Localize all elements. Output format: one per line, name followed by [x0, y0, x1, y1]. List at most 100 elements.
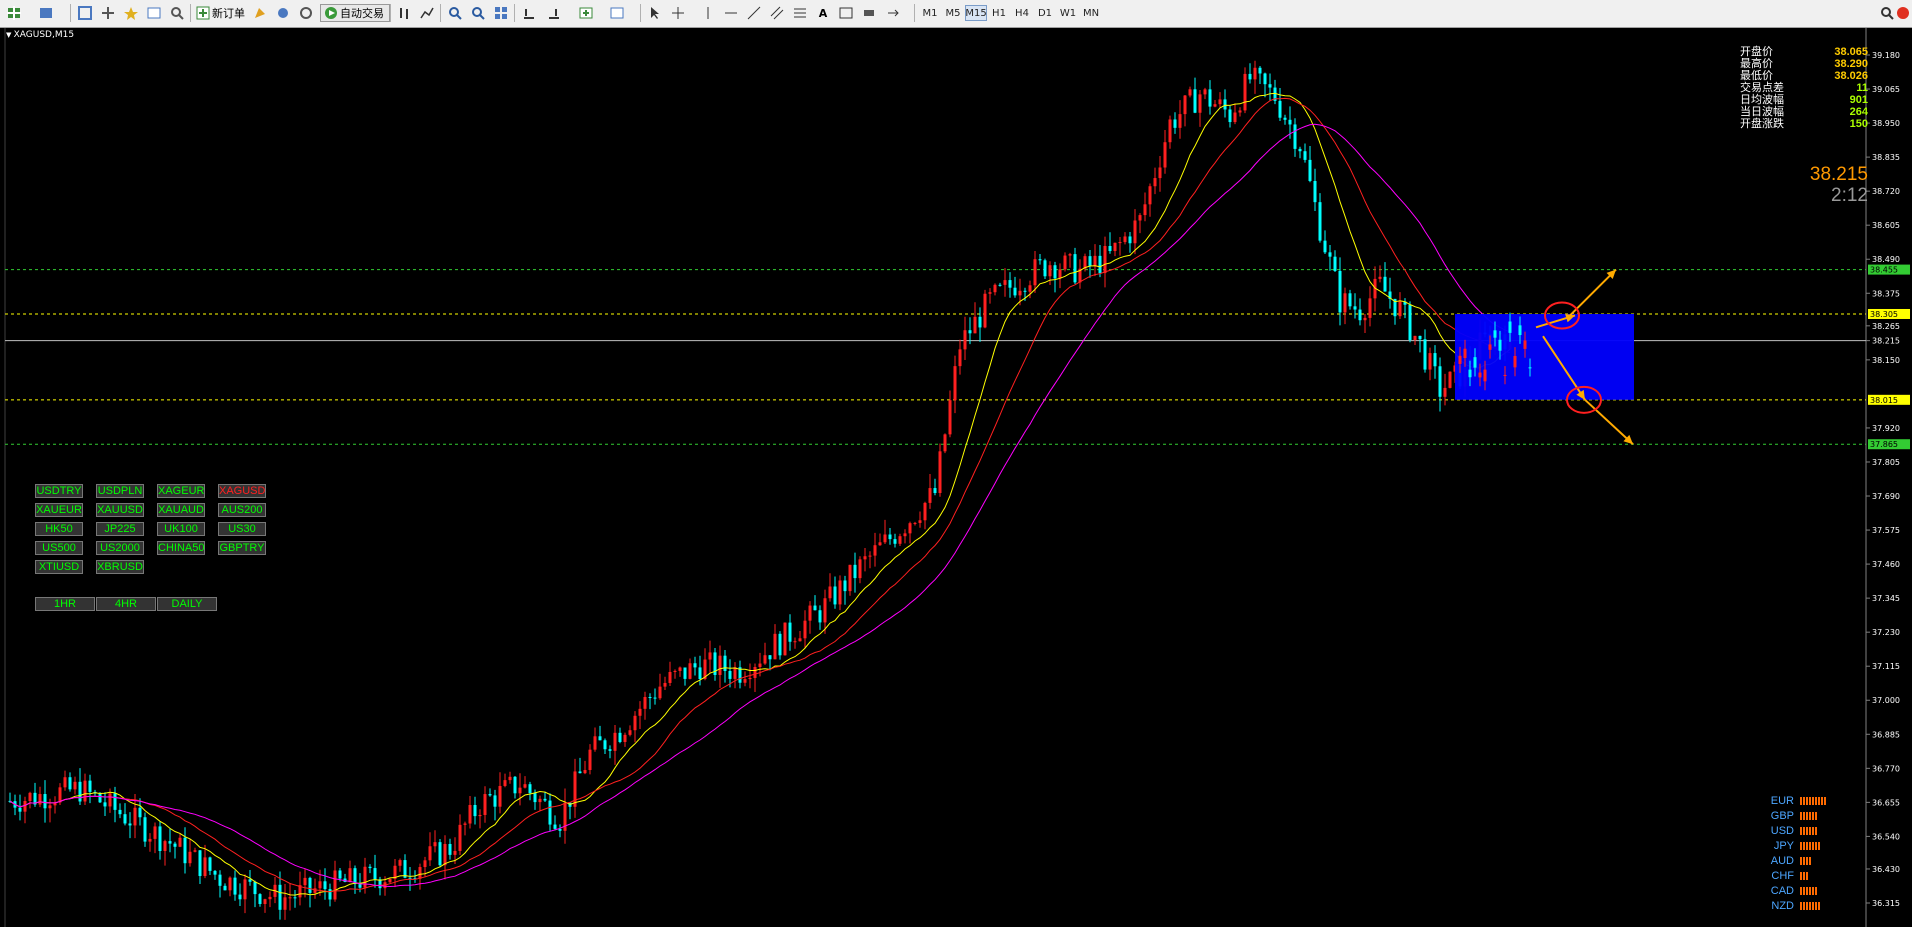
chart-window[interactable]: 39.180 39.065 38.950 38.835 38.720 38.605 38.4… — [0, 28, 1912, 927]
tf-w1[interactable]: W1 — [1057, 5, 1079, 21]
tile-windows-icon[interactable] — [492, 4, 510, 22]
pair-button-uk100[interactable]: UK100 — [157, 522, 205, 536]
candle-body — [658, 686, 662, 699]
crosshair-icon[interactable] — [669, 4, 687, 22]
candle-body — [1328, 252, 1332, 257]
bar-chart-icon[interactable] — [395, 4, 413, 22]
pair-button-xbrusd[interactable]: XBRUSD — [96, 560, 144, 574]
tf-mn[interactable]: MN — [1080, 5, 1102, 21]
strength-bar — [1806, 871, 1808, 880]
strength-bars — [1800, 841, 1820, 850]
candle-body — [473, 804, 477, 817]
currency-strength-panel: EUR GBP USD JPY AUD CHF CAD NZD — [1760, 793, 1870, 913]
terminal-icon[interactable] — [145, 4, 163, 22]
pair-button-xagusd[interactable]: XAGUSD — [218, 484, 266, 498]
tf-h4[interactable]: H4 — [1011, 5, 1033, 21]
tf-m1[interactable]: M1 — [919, 5, 941, 21]
new-chart-icon[interactable] — [6, 4, 24, 22]
candle-body — [128, 823, 132, 826]
rectangle-icon[interactable] — [860, 4, 878, 22]
period-button-4hr[interactable]: 4HR — [96, 597, 156, 611]
pair-button-usdtry[interactable]: USDTRY — [35, 484, 83, 498]
pair-button-hk50[interactable]: HK50 — [35, 522, 83, 536]
strength-currency: AUD — [1770, 854, 1794, 867]
tf-m5[interactable]: M5 — [942, 5, 964, 21]
pair-button-aus200[interactable]: AUS200 — [218, 503, 266, 517]
notification-icon[interactable] — [1894, 4, 1912, 22]
pair-button-usdpln[interactable]: USDPLN — [96, 484, 144, 498]
price-axis-label: 37.690 — [1872, 492, 1900, 501]
cursor-icon[interactable] — [646, 4, 664, 22]
new-order-button[interactable]: 新订单 — [196, 4, 247, 22]
strength-bar — [1812, 886, 1814, 895]
strength-bar — [1803, 871, 1805, 880]
strength-bars — [1800, 901, 1820, 910]
templates-icon[interactable] — [608, 4, 626, 22]
pair-button-xauaud[interactable]: XAUAUD — [157, 503, 205, 517]
candle-body — [728, 670, 732, 679]
candle-body — [1343, 293, 1347, 313]
candle-body — [558, 828, 562, 831]
pair-button-us500[interactable]: US500 — [35, 541, 83, 555]
profiles-icon[interactable] — [38, 4, 56, 22]
candle-body — [553, 824, 557, 829]
navigator-icon[interactable] — [122, 4, 140, 22]
vertical-line-icon[interactable] — [699, 4, 717, 22]
candle-body — [188, 851, 192, 864]
candle-body — [218, 874, 222, 886]
period-button-daily[interactable]: DAILY — [157, 597, 217, 611]
pair-button-us30[interactable]: US30 — [218, 522, 266, 536]
fibonacci-icon[interactable] — [791, 4, 809, 22]
pair-button-china50[interactable]: CHINA50 — [157, 541, 205, 555]
pair-button-jp225[interactable]: JP225 — [96, 522, 144, 536]
candle-body — [223, 885, 227, 891]
candle-body — [673, 670, 677, 672]
pair-button-us2000[interactable]: US2000 — [96, 541, 144, 555]
candle-body — [923, 502, 927, 521]
price-axis-label: 36.885 — [1872, 730, 1900, 739]
text-tool-icon[interactable]: A — [814, 4, 832, 22]
line-chart-icon[interactable] — [418, 4, 436, 22]
candle-body — [633, 715, 637, 731]
pair-button-xaueur[interactable]: XAUEUR — [35, 503, 83, 517]
zone-candle-body — [1473, 357, 1477, 368]
arrows-icon[interactable] — [884, 4, 902, 22]
auto-scroll-icon[interactable] — [520, 4, 538, 22]
data-window-icon[interactable] — [99, 4, 117, 22]
metaeditor-icon[interactable] — [251, 4, 269, 22]
candle-body — [203, 857, 207, 877]
text-label-icon[interactable] — [837, 4, 855, 22]
zoom-in-icon[interactable] — [446, 4, 464, 22]
pair-button-gbptry[interactable]: GBPTRY — [218, 541, 266, 555]
zoom-out-icon[interactable] — [469, 4, 487, 22]
market-icon[interactable] — [297, 4, 315, 22]
horizontal-line-icon[interactable] — [722, 4, 740, 22]
channel-icon[interactable] — [768, 4, 786, 22]
candle-body — [28, 792, 32, 801]
tf-h1[interactable]: H1 — [988, 5, 1010, 21]
candle-body — [1288, 119, 1292, 125]
market-watch-icon[interactable] — [76, 4, 94, 22]
pair-button-xauusd[interactable]: XAUUSD — [96, 503, 144, 517]
pair-button-xtiusd[interactable]: XTIUSD — [35, 560, 83, 574]
candle-body — [1203, 89, 1207, 95]
strength-bar — [1806, 886, 1808, 895]
pair-button-xageur[interactable]: XAGEUR — [157, 484, 205, 498]
candle-body — [818, 610, 822, 623]
candle-body — [933, 488, 937, 494]
tester-icon[interactable] — [168, 4, 186, 22]
price-axis-label: 38.835 — [1872, 153, 1900, 162]
tf-d1[interactable]: D1 — [1034, 5, 1056, 21]
signals-icon[interactable] — [274, 4, 292, 22]
candle-body — [948, 400, 952, 435]
indicators-icon[interactable] — [577, 4, 595, 22]
candle-body — [158, 826, 162, 851]
strength-bar — [1800, 886, 1802, 895]
tf-m15[interactable]: M15 — [965, 5, 987, 21]
autotrade-button[interactable]: 自动交易 — [320, 4, 390, 22]
candle-body — [873, 545, 877, 556]
chart-shift-icon[interactable] — [545, 4, 563, 22]
period-button-1hr[interactable]: 1HR — [35, 597, 95, 611]
candle-body — [48, 805, 52, 809]
trendline-icon[interactable] — [745, 4, 763, 22]
